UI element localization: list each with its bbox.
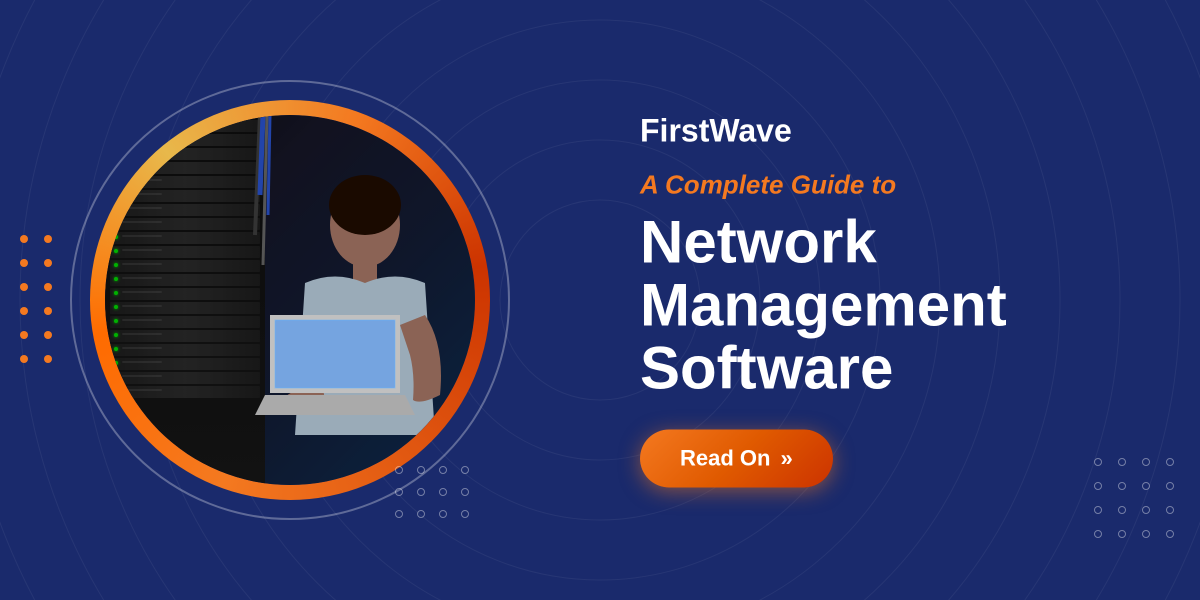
- dot: [417, 488, 425, 496]
- subtitle: A Complete Guide to: [640, 170, 1140, 201]
- dot: [44, 355, 52, 363]
- dot: [44, 259, 52, 267]
- read-on-button[interactable]: Read On »: [640, 430, 833, 488]
- dot: [20, 307, 28, 315]
- dot: [1166, 506, 1174, 514]
- dot: [1166, 530, 1174, 538]
- dot-grid-right: [1094, 458, 1176, 540]
- dot: [20, 235, 28, 243]
- dot: [439, 466, 447, 474]
- dot: [1118, 530, 1126, 538]
- dot: [1166, 482, 1174, 490]
- ring-inner: [105, 115, 475, 485]
- cta-label: Read On: [680, 446, 770, 472]
- person-svg: [105, 115, 475, 485]
- dot: [1166, 458, 1174, 466]
- dot-grid-mid: [395, 466, 471, 520]
- brand-name: FirstWave: [640, 113, 1140, 150]
- dot: [20, 283, 28, 291]
- dot: [461, 510, 469, 518]
- dot: [395, 466, 403, 474]
- banner: FirstWave A Complete Guide to Network Ma…: [0, 0, 1200, 600]
- dot: [44, 331, 52, 339]
- dot: [1118, 458, 1126, 466]
- dot: [44, 283, 52, 291]
- image-section: [60, 70, 520, 530]
- dot-grid-left: [20, 235, 54, 365]
- dot: [417, 510, 425, 518]
- content-section: FirstWave A Complete Guide to Network Ma…: [640, 113, 1140, 488]
- main-title: Network Management Software: [640, 211, 1140, 400]
- ring-gradient: [90, 100, 490, 500]
- dot: [1142, 530, 1150, 538]
- dot: [20, 355, 28, 363]
- dot: [1142, 482, 1150, 490]
- person-illustration: [105, 115, 475, 485]
- dot: [461, 466, 469, 474]
- dot: [1118, 506, 1126, 514]
- dot: [417, 466, 425, 474]
- dot: [1094, 458, 1102, 466]
- dot: [1118, 482, 1126, 490]
- dot: [44, 235, 52, 243]
- dot: [395, 488, 403, 496]
- dot: [395, 510, 403, 518]
- title-line3: Software: [640, 335, 893, 402]
- cta-chevrons-icon: »: [780, 446, 792, 472]
- dot: [1142, 506, 1150, 514]
- dot: [1094, 506, 1102, 514]
- dot: [439, 488, 447, 496]
- dot: [461, 488, 469, 496]
- title-line1: Network: [640, 209, 877, 276]
- dot: [1142, 458, 1150, 466]
- dot: [1094, 482, 1102, 490]
- dot: [44, 307, 52, 315]
- cta-wrapper: Read On »: [640, 430, 1140, 488]
- dot: [1094, 530, 1102, 538]
- title-line2: Management: [640, 272, 1007, 339]
- dot: [439, 510, 447, 518]
- dot: [20, 259, 28, 267]
- dot: [20, 331, 28, 339]
